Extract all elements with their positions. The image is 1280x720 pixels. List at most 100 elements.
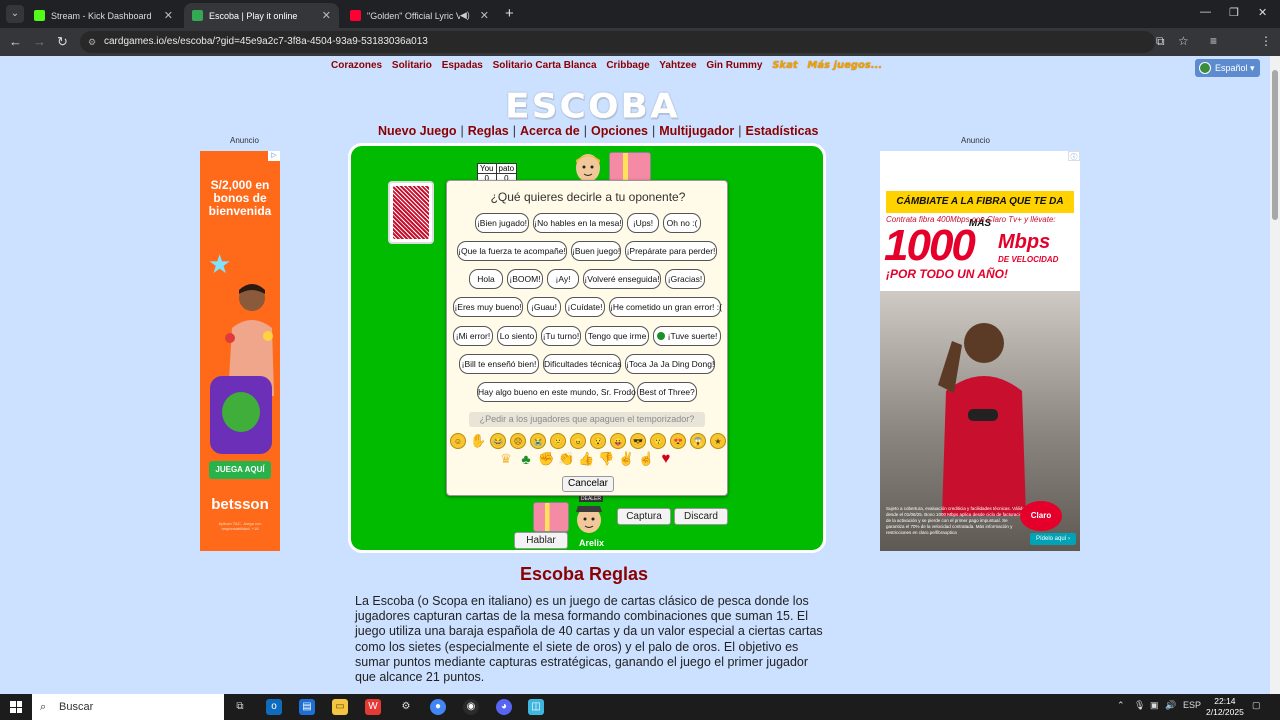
kiss-emoji-icon[interactable]: 😗	[650, 433, 666, 449]
phrase-chip[interactable]: Tengo que irme	[585, 326, 649, 346]
laugh-emoji-icon[interactable]: 😂	[490, 433, 506, 449]
angry-emoji-icon[interactable]: 😠	[570, 433, 586, 449]
phrase-chip[interactable]: ¡Que la fuerza te acompañe!	[457, 241, 567, 261]
address-bar[interactable]: ⚙ cardgames.io/es/escoba/?gid=45e9a2c7-3…	[80, 31, 1155, 53]
phrase-chip[interactable]: ¡Mi error!	[453, 326, 493, 346]
back-icon[interactable]: ←	[9, 34, 22, 49]
betsson-ad[interactable]: ▷ S/2,000 en bonos de bienvenida ★ JUEGA…	[200, 151, 280, 551]
new-tab-button[interactable]: +	[505, 5, 514, 22]
nav-acerca-de[interactable]: Acerca de	[520, 124, 580, 138]
network-icon[interactable]: ▣	[1150, 700, 1159, 711]
language-selector[interactable]: Español ▾	[1195, 59, 1260, 77]
phrase-chip[interactable]: ¡Eres muy bueno!	[453, 297, 523, 317]
surprised-emoji-icon[interactable]: 😯	[590, 433, 606, 449]
settings-gear-icon[interactable]: ⚙	[398, 699, 414, 715]
claro-ad[interactable]: ⓘ CÁMBIATE A LA FIBRA QUE TE DA MÁS Cont…	[880, 151, 1080, 551]
timer-request-button[interactable]: ¿Pedir a los jugadores que apaguen el te…	[469, 412, 705, 427]
outlook-icon[interactable]: o	[266, 699, 282, 715]
phrase-chip[interactable]: Hay algo bueno en este mundo, Sr. Frodo	[477, 382, 636, 402]
phrase-chip[interactable]: ¡Toca Ja Ja Ding Dong!	[625, 354, 715, 374]
install-app-icon[interactable]: ⧉	[1156, 34, 1165, 49]
phrase-chip[interactable]: Dificultades técnicas	[543, 354, 621, 374]
link-skat[interactable]: Skat	[772, 60, 797, 71]
fist-emoji-icon[interactable]: ✊	[538, 451, 554, 467]
phrase-chip[interactable]: Best of Three?	[637, 382, 697, 402]
phrase-chip[interactable]: ¡Guau!	[527, 297, 561, 317]
task-view-icon[interactable]: ⧉	[232, 699, 248, 715]
phrase-chip[interactable]: ¡No hables en la mesa!	[533, 213, 623, 233]
cry-emoji-icon[interactable]: 😭	[530, 433, 546, 449]
language-indicator[interactable]: ESP	[1183, 700, 1201, 710]
link-mas-juegos[interactable]: Más juegos...	[807, 60, 882, 71]
point-up-emoji-icon[interactable]: ☝	[638, 451, 654, 467]
smile-emoji-icon[interactable]: ☺	[450, 433, 466, 449]
scream-emoji-icon[interactable]: 😱	[690, 433, 706, 449]
volume-icon[interactable]: 🔊	[1165, 700, 1176, 711]
wave-emoji-icon[interactable]: ✋	[470, 433, 486, 449]
clover-emoji-icon[interactable]: ♣	[518, 451, 534, 467]
discard-button[interactable]: Discard	[674, 508, 728, 525]
close-tab-icon[interactable]: ✕	[480, 9, 489, 22]
close-tab-icon[interactable]: ✕	[322, 9, 331, 22]
wps-office-icon[interactable]: W	[365, 699, 381, 715]
nav-multijugador[interactable]: Multijugador	[659, 124, 734, 138]
minimize-icon[interactable]: —	[1200, 6, 1211, 18]
heart-emoji-icon[interactable]: ♥	[658, 451, 674, 467]
ad-choices-icon[interactable]: ▷	[268, 151, 280, 161]
link-corazones[interactable]: Corazones	[331, 60, 382, 71]
phrase-chip[interactable]: ¡Ups!	[627, 213, 659, 233]
app-icon[interactable]: ◫	[528, 699, 544, 715]
talk-button[interactable]: Hablar	[514, 532, 568, 549]
phrase-chip[interactable]: Lo siento	[497, 326, 537, 346]
phrase-chip[interactable]: ¡Bill te enseñó bien!	[459, 354, 539, 374]
clap-emoji-icon[interactable]: 👏	[558, 451, 574, 467]
cancel-button[interactable]: Cancelar	[562, 476, 614, 492]
site-info-icon[interactable]: ⚙	[88, 31, 96, 53]
forward-icon[interactable]: →	[33, 34, 46, 49]
player-hand[interactable]	[533, 502, 569, 532]
tab-escoba[interactable]: Escoba | Play it online ✕	[184, 3, 339, 28]
page-scrollbar[interactable]	[1270, 56, 1280, 694]
ad-cta-button[interactable]: JUEGA AQUÍ	[209, 461, 271, 479]
site-logo[interactable]: ESCOBA	[505, 87, 678, 126]
nav-nuevo-juego[interactable]: Nuevo Juego	[378, 124, 457, 138]
phrase-chip[interactable]: Hola	[469, 269, 503, 289]
link-solitario[interactable]: Solitario	[392, 60, 432, 71]
bookmark-star-icon[interactable]: ☆	[1178, 34, 1189, 48]
notifications-icon[interactable]: ▢	[1252, 700, 1261, 711]
phrase-chip[interactable]: ¡Gracias!	[665, 269, 705, 289]
tab-search-button[interactable]: ⌄	[6, 5, 24, 23]
phrase-chip-tuve-suerte[interactable]: ¡Tuve suerte!	[653, 326, 721, 346]
phrase-chip[interactable]: ¡Volveré enseguida!	[583, 269, 661, 289]
nav-reglas[interactable]: Reglas	[468, 124, 509, 138]
tab-kick-dashboard[interactable]: Stream - Kick Dashboard ✕	[26, 3, 181, 28]
link-gin-rummy[interactable]: Gin Rummy	[706, 60, 762, 71]
phrase-chip[interactable]: ¡Cuídate!	[565, 297, 605, 317]
capture-button[interactable]: Captura	[617, 508, 671, 525]
star-struck-emoji-icon[interactable]: ★	[710, 433, 726, 449]
taskbar-search-box[interactable]: ⌕ Buscar	[32, 694, 224, 720]
windows-start-icon[interactable]	[10, 701, 22, 713]
confused-emoji-icon[interactable]: 😕	[550, 433, 566, 449]
audio-playing-icon[interactable]: ◀)	[460, 10, 470, 21]
victory-emoji-icon[interactable]: ✌	[618, 451, 634, 467]
tongue-emoji-icon[interactable]: 😛	[610, 433, 626, 449]
chrome-icon[interactable]: ●	[430, 699, 446, 715]
media-control-icon[interactable]: ≡	[1210, 34, 1217, 48]
ad-choices-icon[interactable]: ⓘ	[1068, 151, 1080, 161]
crown-emoji-icon[interactable]: ♛	[498, 451, 514, 467]
phrase-chip[interactable]: ¡Prepárate para perder!	[625, 241, 717, 261]
thumbs-up-emoji-icon[interactable]: 👍	[578, 451, 594, 467]
obs-icon[interactable]: ◉	[463, 699, 479, 715]
tab-golden-lyric-video[interactable]: "Golden" Official Lyric Vide ◀) ✕	[342, 3, 497, 28]
ad-cta-button[interactable]: Pídelo aquí ›	[1030, 533, 1076, 545]
browser-menu-icon[interactable]: ⋮	[1260, 34, 1272, 48]
system-clock[interactable]: 22:14 2/12/2025	[1206, 696, 1244, 718]
link-cribbage[interactable]: Cribbage	[606, 60, 649, 71]
scrollbar-thumb[interactable]	[1272, 70, 1278, 220]
heart-eyes-emoji-icon[interactable]: 😍	[670, 433, 686, 449]
phrase-chip[interactable]: ¡Ay!	[547, 269, 579, 289]
close-tab-icon[interactable]: ✕	[164, 9, 173, 22]
phrase-chip[interactable]: ¡BOOM!	[507, 269, 543, 289]
file-explorer-icon[interactable]: ▭	[332, 699, 348, 715]
